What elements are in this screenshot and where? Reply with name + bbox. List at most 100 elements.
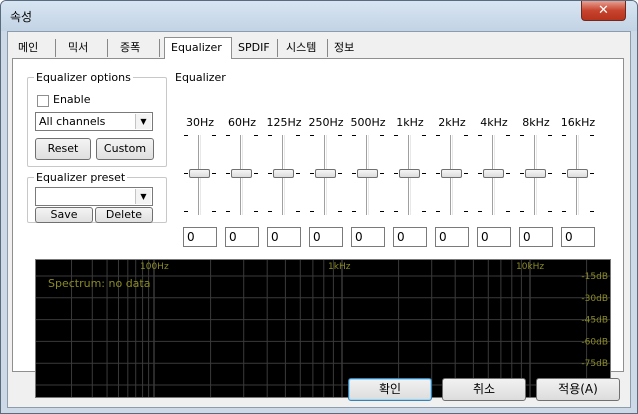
- equalizer-legend: Equalizer: [175, 71, 226, 84]
- slider-thumb[interactable]: [525, 169, 546, 178]
- slider-tick: [212, 173, 216, 174]
- band-frequency-label: 30Hz: [185, 116, 215, 129]
- cancel-button[interactable]: 취소: [442, 378, 526, 401]
- slider-tick: [184, 211, 188, 212]
- slider-tick: [506, 135, 510, 136]
- frequency-tick-label: 100Hz: [140, 262, 169, 272]
- slider-tick: [352, 135, 356, 136]
- slider-thumb[interactable]: [231, 169, 252, 178]
- save-preset-button[interactable]: Save: [35, 207, 93, 223]
- band-frequency-label: 250Hz: [308, 116, 344, 129]
- tab-spdif[interactable]: SPDIF: [232, 39, 278, 57]
- band-slider[interactable]: [267, 135, 301, 215]
- tab-main[interactable]: 메인: [12, 39, 56, 57]
- band-value-field[interactable]: 0: [435, 227, 469, 247]
- dialog-client: 메인 믹서 증폭 Equalizer SPDIF 시스템 정보 Equalize…: [7, 31, 631, 408]
- band-slider[interactable]: [561, 135, 595, 215]
- band-value-field[interactable]: 0: [351, 227, 385, 247]
- slider-tick: [436, 135, 440, 136]
- db-tick-label: -45dB: [581, 316, 608, 326]
- slider-tick: [562, 135, 566, 136]
- band-value-field[interactable]: 0: [393, 227, 427, 247]
- slider-tick: [338, 135, 342, 136]
- slider-tick: [464, 211, 468, 212]
- enable-checkbox[interactable]: [37, 95, 49, 107]
- spectrum-analyzer: 100Hz1kHz10kHz-15dB-30dB-45dB-60dB-75dB-…: [35, 259, 611, 398]
- band-slider[interactable]: [435, 135, 469, 215]
- preset-select[interactable]: ▼: [35, 187, 153, 206]
- slider-tick: [184, 173, 188, 174]
- band-frequency-label: 4kHz: [480, 116, 508, 129]
- band-slider[interactable]: [351, 135, 385, 215]
- slider-tick: [296, 173, 300, 174]
- slider-tick: [226, 135, 230, 136]
- slider-tick: [548, 211, 552, 212]
- slider-tick: [268, 135, 272, 136]
- band-slider[interactable]: [225, 135, 259, 215]
- chevron-down-icon: ▼: [135, 114, 151, 129]
- slider-tick: [562, 173, 566, 174]
- slider-tick: [254, 173, 258, 174]
- band-slider[interactable]: [183, 135, 217, 215]
- slider-tick: [296, 135, 300, 136]
- band-value-field[interactable]: 0: [561, 227, 595, 247]
- apply-button[interactable]: 적용(A): [536, 378, 620, 401]
- band-value-field[interactable]: 0: [267, 227, 301, 247]
- band-value-field[interactable]: 0: [225, 227, 259, 247]
- slider-thumb[interactable]: [483, 169, 504, 178]
- slider-tick: [338, 173, 342, 174]
- band-slider[interactable]: [393, 135, 427, 215]
- band-frequency-label: 60Hz: [227, 116, 257, 129]
- band-value-field[interactable]: 0: [477, 227, 511, 247]
- band-frequency-label: 2kHz: [438, 116, 466, 129]
- title-bar: 속성 ✕: [1, 1, 637, 31]
- slider-tick: [352, 211, 356, 212]
- slider-thumb[interactable]: [441, 169, 462, 178]
- slider-tick: [478, 135, 482, 136]
- band-slider[interactable]: [477, 135, 511, 215]
- band-slider[interactable]: [519, 135, 553, 215]
- channel-select[interactable]: All channels ▼: [35, 112, 153, 131]
- frequency-tick-label: 1kHz: [328, 262, 351, 272]
- slider-thumb[interactable]: [315, 169, 336, 178]
- slider-thumb[interactable]: [357, 169, 378, 178]
- slider-tick: [380, 173, 384, 174]
- slider-tick: [506, 173, 510, 174]
- slider-tick: [436, 173, 440, 174]
- slider-tick: [506, 211, 510, 212]
- slider-tick: [352, 173, 356, 174]
- slider-tick: [254, 135, 258, 136]
- tab-mixer[interactable]: 믹서: [62, 39, 108, 57]
- tab-equalizer[interactable]: Equalizer: [164, 37, 232, 59]
- ok-button[interactable]: 확인: [348, 378, 432, 401]
- custom-button[interactable]: Custom: [96, 138, 154, 160]
- slider-tick: [422, 211, 426, 212]
- close-button[interactable]: ✕: [581, 1, 626, 21]
- slider-thumb[interactable]: [273, 169, 294, 178]
- band-value-field[interactable]: 0: [519, 227, 553, 247]
- slider-tick: [590, 211, 594, 212]
- slider-tick: [394, 135, 398, 136]
- frequency-tick-label: 10kHz: [516, 262, 544, 272]
- delete-preset-button[interactable]: Delete: [95, 207, 153, 223]
- slider-thumb[interactable]: [567, 169, 588, 178]
- tab-info[interactable]: 정보: [328, 39, 372, 57]
- band-value-field[interactable]: 0: [183, 227, 217, 247]
- window-title: 속성: [10, 10, 33, 24]
- band-value-field[interactable]: 0: [309, 227, 343, 247]
- band-slider[interactable]: [309, 135, 343, 215]
- slider-tick: [562, 211, 566, 212]
- db-tick-label: -30dB: [581, 294, 608, 304]
- slider-tick: [310, 211, 314, 212]
- reset-button[interactable]: Reset: [35, 138, 91, 160]
- slider-tick: [590, 135, 594, 136]
- tab-amplify[interactable]: 증폭: [114, 39, 160, 57]
- slider-tick: [184, 135, 188, 136]
- slider-thumb[interactable]: [189, 169, 210, 178]
- db-tick-label: -75dB: [581, 359, 608, 369]
- slider-thumb[interactable]: [399, 169, 420, 178]
- slider-tick: [226, 211, 230, 212]
- equalizer-options-legend: Equalizer options: [36, 71, 131, 84]
- slider-tick: [590, 173, 594, 174]
- tab-system[interactable]: 시스템: [280, 39, 328, 57]
